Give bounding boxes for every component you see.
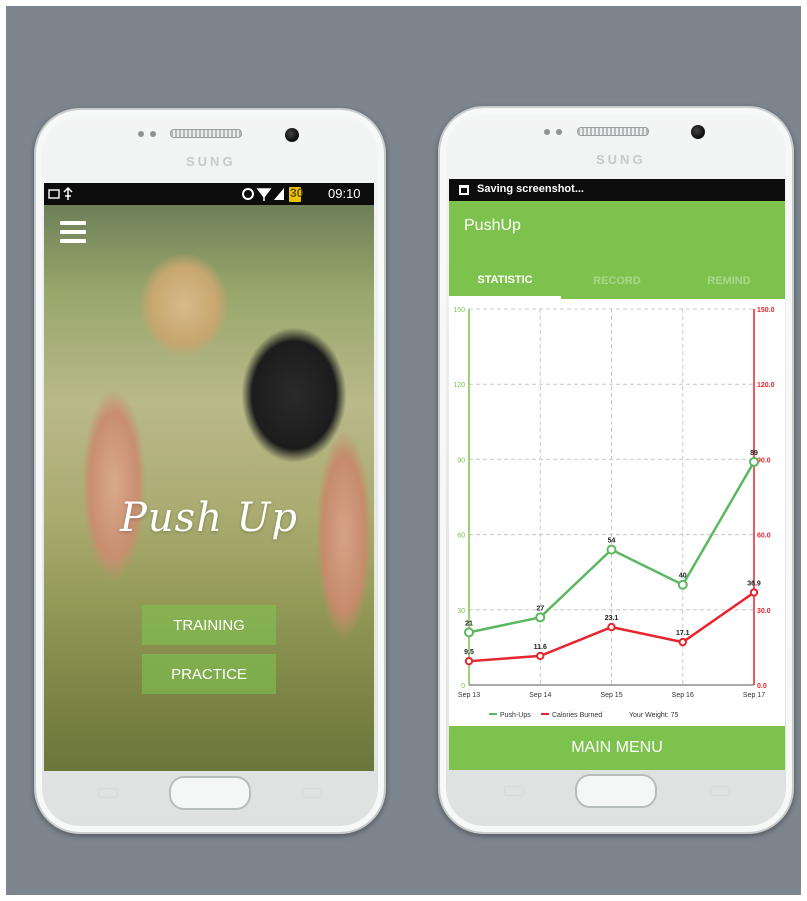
legend-label: Your Weight: 75: [629, 712, 679, 719]
left-axis-tick-label: 60: [457, 533, 465, 540]
status-bar: 30 09:10: [44, 183, 374, 205]
status-notification: Saving screenshot...: [477, 183, 584, 195]
right-axis-tick-label: 60.0: [757, 533, 771, 540]
left-axis-tick-label: 120: [453, 382, 465, 389]
status-icons: [48, 186, 301, 202]
app-logo-title: Push Up: [120, 495, 298, 541]
data-label: 9.5: [464, 649, 474, 656]
status-bar: Saving screenshot...: [449, 179, 785, 201]
screen-statistic: Saving screenshot... PushUp STATISTIC RE…: [449, 179, 785, 770]
data-point: [536, 651, 545, 661]
phone-left: SUNG 30 09:10 Push Up TRAINING PRACTICE: [34, 108, 386, 834]
left-axis-tick-label: 30: [457, 608, 465, 615]
battery-level: 30: [290, 186, 304, 200]
left-axis-tick-label: 90: [457, 457, 465, 464]
x-axis-tick-label: Sep 13: [458, 692, 480, 699]
usb-icon: [63, 186, 73, 200]
earpiece-speaker: [577, 127, 649, 136]
data-label: 89: [750, 450, 758, 457]
back-key[interactable]: [302, 788, 322, 798]
left-axis-tick-label: 0: [461, 683, 465, 690]
brand-logo: SUNG: [596, 152, 646, 167]
app-bar: PushUp STATISTIC RECORD REMIND: [449, 201, 785, 299]
wifi-icon: [256, 188, 272, 201]
front-camera: [285, 128, 299, 142]
tab-remind[interactable]: REMIND: [673, 263, 785, 299]
x-axis-tick-label: Sep 16: [672, 692, 694, 699]
home-button[interactable]: [169, 776, 251, 810]
data-point: [749, 588, 759, 597]
x-axis-tick-label: Sep 15: [600, 692, 622, 699]
status-time: 09:10: [328, 186, 361, 201]
front-camera: [691, 125, 705, 139]
recent-apps-key[interactable]: [98, 788, 118, 798]
data-point: [535, 612, 546, 623]
legend-label: Calories Burned: [552, 712, 602, 719]
data-point: [607, 622, 616, 632]
image-notification-icon: [48, 189, 60, 199]
main-menu-button[interactable]: MAIN MENU: [449, 726, 785, 770]
app-title: PushUp: [464, 217, 521, 234]
statistics-chart: 0 30 60 90 120 150 0.0 30.0 60.0 90.0 120.0 150.0 Se…: [453, 307, 775, 719]
data-point: [606, 544, 617, 555]
legend-label: Push-Ups: [500, 712, 531, 719]
earpiece-speaker: [170, 129, 242, 138]
data-label: 23.1: [605, 615, 619, 622]
data-label: 11.6: [534, 644, 547, 651]
x-axis-tick-label: Sep 14: [529, 692, 551, 699]
right-axis-tick-label: 120.0: [757, 382, 775, 389]
screenshot-icon: [459, 185, 469, 195]
tab-statistic[interactable]: STATISTIC: [449, 263, 561, 299]
tab-bar: STATISTIC RECORD REMIND: [449, 263, 785, 299]
data-label: 17.1: [676, 630, 690, 637]
left-axis-tick-label: 150: [453, 307, 465, 314]
screen-home: 30 09:10 Push Up TRAINING PRACTICE: [44, 183, 374, 771]
brand-logo: SUNG: [186, 154, 236, 169]
right-axis-tick-label: 0.0: [757, 683, 767, 690]
data-label: 40: [679, 573, 687, 580]
data-point: [677, 579, 688, 590]
proximity-sensor: [544, 129, 550, 135]
data-label: 54: [608, 538, 616, 545]
hamburger-menu-icon[interactable]: [60, 221, 86, 243]
back-key[interactable]: [710, 786, 730, 796]
light-sensor: [556, 129, 562, 135]
right-axis-tick-label: 90.0: [757, 457, 771, 464]
data-label: 27: [536, 605, 544, 612]
practice-button[interactable]: PRACTICE: [142, 654, 276, 694]
proximity-sensor: [138, 131, 144, 137]
training-button[interactable]: TRAINING: [142, 605, 276, 645]
right-axis-tick-label: 30.0: [757, 608, 771, 615]
home-button[interactable]: [575, 774, 657, 808]
signal-icon: [274, 188, 284, 200]
data-label: 36.9: [747, 581, 761, 588]
light-sensor: [150, 131, 156, 137]
x-axis-tick-label: Sep 17: [743, 692, 765, 699]
alarm-icon: [242, 188, 254, 200]
data-point: [464, 656, 474, 666]
data-point: [464, 627, 474, 638]
tab-record[interactable]: RECORD: [561, 263, 673, 299]
data-point: [678, 637, 687, 647]
data-point: [749, 456, 759, 467]
right-axis-tick-label: 150.0: [757, 307, 775, 314]
data-label: 21: [465, 620, 473, 627]
hero-photo: Push Up TRAINING PRACTICE: [44, 205, 374, 771]
recent-apps-key[interactable]: [504, 786, 524, 796]
phone-right: SUNG Saving screenshot... PushUp STATIST…: [438, 106, 794, 834]
